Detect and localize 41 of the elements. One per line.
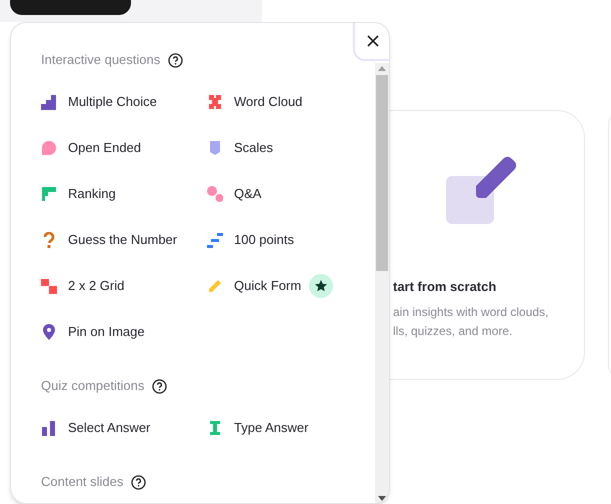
help-icon[interactable] — [168, 52, 184, 68]
speech-bubble-icon — [41, 140, 57, 156]
bar-chart-icon — [41, 420, 57, 436]
pencil-icon — [207, 278, 223, 294]
squares-icon — [41, 278, 57, 294]
map-pin-icon — [41, 324, 57, 340]
question-type-item[interactable]: Type Answer — [234, 418, 308, 438]
question-type-item[interactable]: 100 points — [234, 230, 294, 250]
question-type-item[interactable]: Select Answer — [68, 418, 150, 438]
question-type-item[interactable]: Ranking — [68, 184, 116, 204]
bar-chart-icon — [41, 94, 57, 110]
help-icon[interactable] — [131, 474, 146, 490]
question-type-item[interactable]: Word Cloud — [234, 92, 302, 112]
question-mark-icon — [41, 232, 57, 248]
section-heading: Interactive questions — [41, 51, 160, 70]
edit-square-icon — [446, 156, 516, 226]
question-type-item[interactable]: Scales — [234, 138, 274, 158]
question-type-item[interactable]: Open Ended — [68, 138, 142, 158]
help-icon[interactable] — [152, 378, 168, 394]
question-type-item[interactable]: 2 x 2 Grid — [68, 276, 124, 296]
question-type-item[interactable]: Pin on Image — [68, 322, 145, 342]
star-icon — [315, 280, 328, 292]
section-heading: Quiz competitions — [41, 377, 144, 396]
steps-icon — [207, 232, 223, 248]
scroll-down-icon[interactable] — [378, 496, 386, 501]
question-type-item[interactable]: Quick Form — [234, 276, 302, 296]
card-description: ain insights with word clouds, — [393, 304, 548, 320]
card-description: lls, quizzes, and more. — [393, 322, 514, 340]
shield-icon — [207, 140, 223, 156]
question-type-item[interactable]: Guess the Number — [68, 230, 178, 250]
scrollbar-thumb[interactable] — [376, 75, 388, 271]
ranking-bars-icon — [41, 186, 57, 202]
cross-shape-icon — [207, 94, 223, 110]
close-button[interactable] — [353, 23, 389, 61]
section-heading: Content slides — [41, 473, 124, 492]
question-type-item[interactable]: Q&A — [234, 184, 262, 204]
question-type-item[interactable]: Multiple Choice — [68, 92, 157, 112]
card-title: tart from scratch — [393, 278, 498, 296]
close-icon — [366, 35, 378, 47]
text-cursor-icon — [207, 420, 223, 436]
two-circles-icon — [207, 186, 223, 202]
